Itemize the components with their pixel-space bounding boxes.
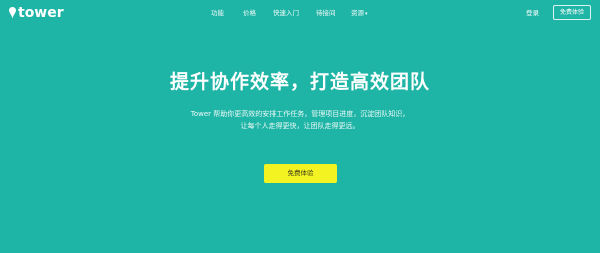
hero-subtitle: Tower 帮助你更高效的安排工作任务，管理项目进度，沉淀团队知识， 让每个人走… xyxy=(0,108,600,132)
nav-item-waiting-room[interactable]: 待接间 xyxy=(316,8,336,18)
hero-subtitle-line-1: Tower 帮助你更高效的安排工作任务，管理项目进度，沉淀团队知识， xyxy=(190,110,410,118)
nav-item-features[interactable]: 功能 xyxy=(211,8,224,18)
hero-title: 提升协作效率，打造高效团队 xyxy=(169,71,430,93)
top-navigation-bar: tower 功能 价格 快速入门 待接间 资源▾ 登录 免费体验 xyxy=(0,0,600,28)
free-trial-header-button[interactable]: 免费体验 xyxy=(553,5,591,20)
nav-item-quickstart[interactable]: 快速入门 xyxy=(273,8,299,18)
main-nav: 功能 价格 快速入门 待接间 资源▾ xyxy=(0,8,600,22)
nav-item-pricing[interactable]: 价格 xyxy=(243,8,256,18)
login-link[interactable]: 登录 xyxy=(526,8,539,18)
nav-item-resources[interactable]: 资源▾ xyxy=(351,8,368,19)
chevron-down-icon: ▾ xyxy=(365,11,368,17)
nav-item-resources-label: 资源 xyxy=(351,9,364,17)
free-trial-cta-button[interactable]: 免费体验 xyxy=(264,164,337,183)
hero-subtitle-line-2: 让每个人走得更快，让团队走得更远。 xyxy=(240,122,360,130)
